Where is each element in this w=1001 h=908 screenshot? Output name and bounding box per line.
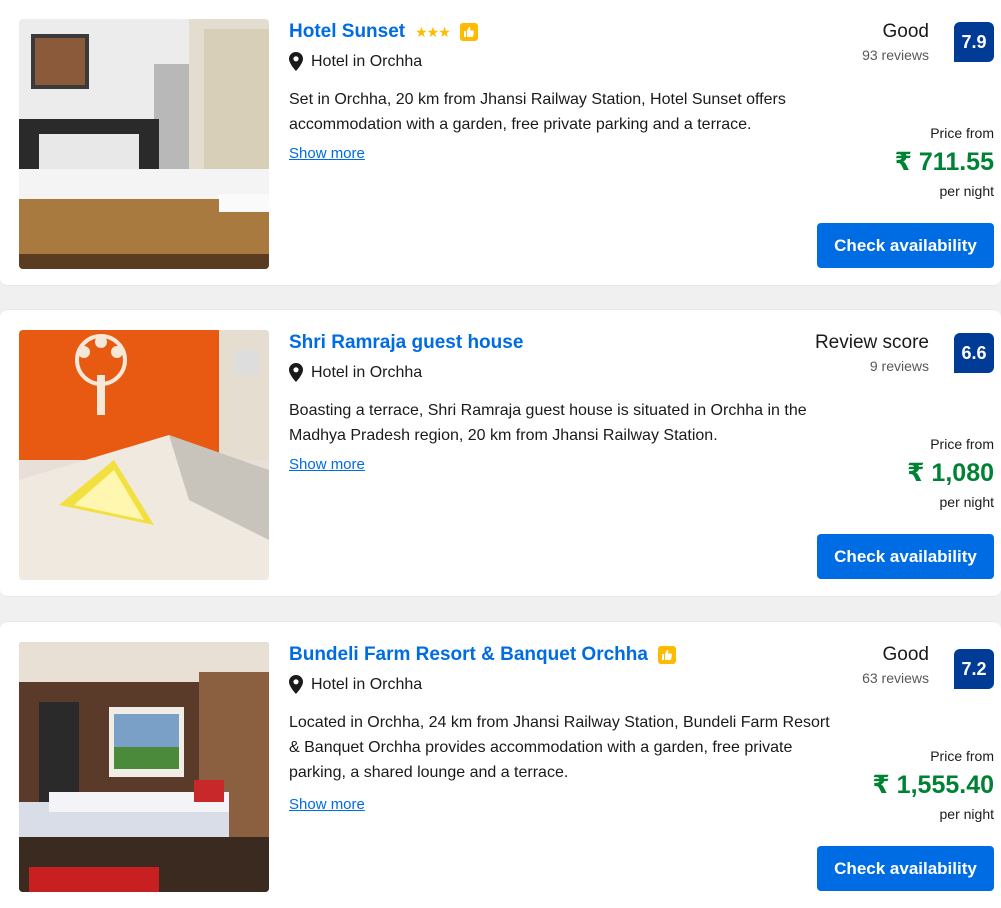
location-row: Hotel in Orchha (289, 675, 422, 694)
review-summary: Review score 9 reviews (815, 332, 929, 374)
per-night-label: per night (939, 183, 994, 199)
property-description: Set in Orchha, 20 km from Jhansi Railway… (289, 91, 786, 133)
property-card: Shri Ramraja guest house Hotel in Orchha… (0, 309, 1001, 597)
price-from-label: Price from (930, 748, 994, 764)
price-from-label: Price from (930, 125, 994, 141)
star-rating-icon: ★★★ (415, 23, 451, 40)
per-night-label: per night (939, 494, 994, 510)
location-text: Hotel in Orchha (311, 52, 423, 70)
thumbs-up-icon (657, 646, 676, 664)
price-value: ₹ 711.55 (894, 148, 994, 176)
property-title[interactable]: Shri Ramraja guest house (289, 332, 523, 354)
review-score-badge: 6.6 (954, 333, 994, 373)
check-availability-button[interactable]: Check availability (817, 846, 994, 891)
location-row: Hotel in Orchha (289, 52, 422, 71)
location-row: Hotel in Orchha (289, 363, 422, 382)
price-block: Price from ₹ 711.55 per night (895, 125, 994, 199)
property-card: Hotel Sunset ★★★ Hotel in Orchha Set in … (0, 0, 1001, 286)
location-text: Hotel in Orchha (311, 675, 423, 693)
review-summary: Good 63 reviews (862, 644, 929, 686)
price-value: ₹ 1,555.40 (872, 771, 994, 799)
price-from-label: Price from (930, 436, 994, 452)
property-photo[interactable] (19, 19, 269, 269)
review-score-badge: 7.9 (954, 22, 994, 62)
review-label: Review score (814, 332, 929, 353)
property-photo[interactable] (19, 330, 269, 580)
review-score-badge: 7.2 (954, 649, 994, 689)
hotel-room-photo (19, 19, 269, 269)
show-more-link[interactable]: Show more (289, 145, 365, 162)
property-description: Boasting a terrace, Shri Ramraja guest h… (289, 402, 807, 444)
guest-room-photo (19, 330, 269, 580)
check-availability-button[interactable]: Check availability (817, 223, 994, 268)
property-photo[interactable] (19, 642, 269, 892)
price-block: Price from ₹ 1,080 per night (907, 436, 994, 510)
property-card: Bundeli Farm Resort & Banquet Orchha Hot… (0, 621, 1001, 908)
map-pin-icon (289, 363, 303, 382)
price-block: Price from ₹ 1,555.40 per night (872, 748, 994, 822)
review-count[interactable]: 9 reviews (815, 358, 929, 374)
review-count[interactable]: 63 reviews (862, 670, 929, 686)
per-night-label: per night (939, 806, 994, 822)
check-availability-button[interactable]: Check availability (817, 534, 994, 579)
property-title[interactable]: Bundeli Farm Resort & Banquet Orchha (289, 644, 648, 666)
price-value: ₹ 1,080 (907, 459, 994, 487)
map-pin-icon (289, 52, 303, 71)
review-label: Good (882, 21, 929, 42)
show-more-link[interactable]: Show more (289, 796, 365, 813)
review-summary: Good 93 reviews (862, 21, 929, 63)
property-description: Located in Orchha, 24 km from Jhansi Rai… (289, 714, 830, 781)
review-count[interactable]: 93 reviews (862, 47, 929, 63)
resort-room-photo (19, 642, 269, 892)
location-text: Hotel in Orchha (311, 363, 423, 381)
property-title[interactable]: Hotel Sunset (289, 21, 405, 43)
thumbs-up-icon (459, 23, 478, 41)
show-more-link[interactable]: Show more (289, 456, 365, 473)
review-label: Good (882, 644, 929, 665)
map-pin-icon (289, 675, 303, 694)
